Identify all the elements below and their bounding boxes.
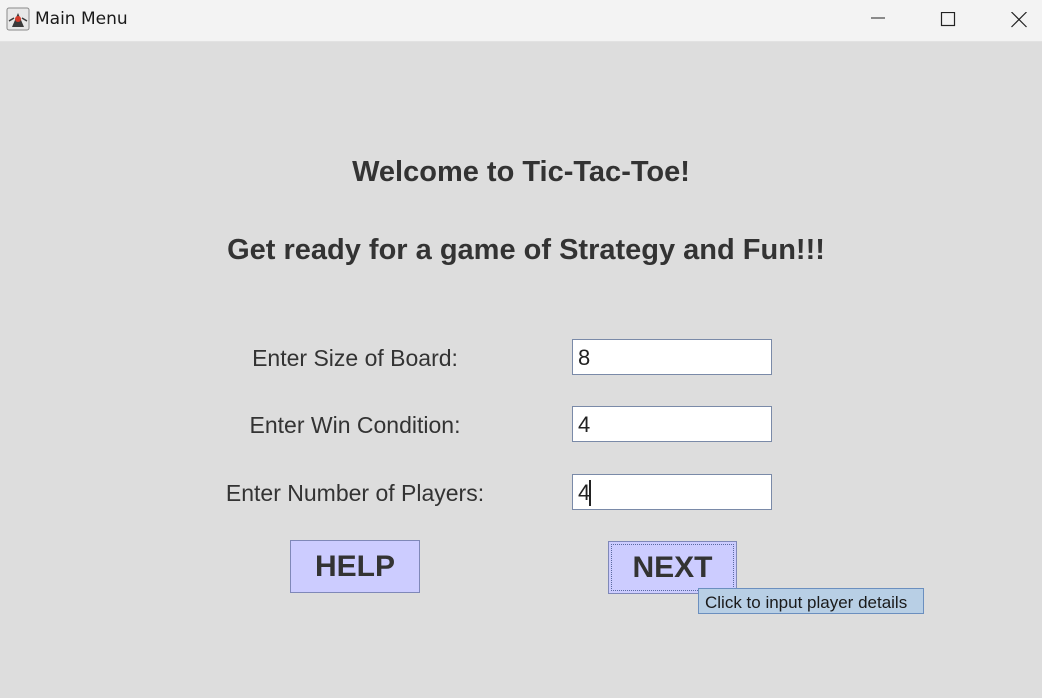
window-title: Main Menu: [35, 9, 128, 29]
welcome-heading: Welcome to Tic-Tac-Toe!: [352, 156, 690, 188]
next-tooltip: Click to input player details: [698, 588, 924, 614]
close-button[interactable]: [996, 0, 1042, 41]
maximize-icon: [940, 12, 956, 27]
maximize-button[interactable]: [925, 0, 971, 41]
win-condition-input[interactable]: [572, 406, 772, 442]
main-panel: Welcome to Tic-Tac-Toe! Get ready for a …: [0, 42, 1042, 698]
num-players-input[interactable]: [572, 474, 772, 510]
board-size-label: Enter Size of Board:: [252, 345, 458, 371]
text-caret: [589, 480, 591, 506]
minimize-icon: [871, 17, 885, 19]
win-condition-label: Enter Win Condition:: [249, 412, 461, 438]
board-size-input[interactable]: [572, 339, 772, 375]
welcome-subheading: Get ready for a game of Strategy and Fun…: [227, 234, 825, 266]
java-duke-icon: [6, 7, 30, 31]
help-button[interactable]: HELP: [290, 540, 420, 593]
num-players-label: Enter Number of Players:: [225, 480, 485, 506]
next-button[interactable]: NEXT: [608, 541, 737, 594]
minimize-button[interactable]: [855, 0, 901, 41]
title-bar[interactable]: Main Menu: [0, 0, 1042, 42]
close-icon: [1011, 12, 1027, 28]
